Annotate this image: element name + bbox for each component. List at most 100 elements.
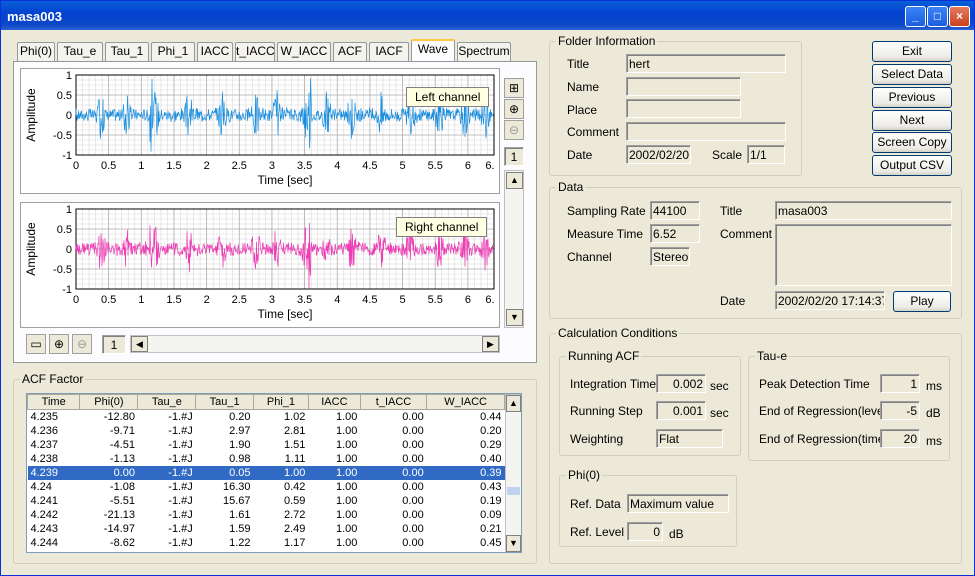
table-row[interactable]: 4.24 -1.08 -1.#J 16.30 0.42 1.00 0.00 0.43: [28, 480, 505, 494]
split-view-icon[interactable]: ⊞: [504, 78, 524, 98]
right-x-axis-label: Time [sec]: [258, 307, 313, 321]
channel-field[interactable]: Stereo: [650, 247, 690, 266]
table-row[interactable]: 4.242 -21.13 -1.#J 1.61 2.72 1.00 0.00 0.09: [28, 508, 505, 522]
right-x-tick-label: 6.: [485, 294, 494, 306]
table-row[interactable]: 4.237 -4.51 -1.#J 1.90 1.51 1.00 0.00 0.29: [28, 438, 505, 452]
calculation-conditions-group: Calculation Conditions Running ACF Integ…: [549, 326, 962, 564]
tab-tau-1[interactable]: Tau_1: [105, 42, 149, 61]
regression-time-field[interactable]: 20: [880, 429, 920, 448]
zoom-out-horizontal-icon[interactable]: ⊖: [72, 334, 92, 354]
scroll-up-icon[interactable]: ▲: [506, 172, 523, 189]
column-header[interactable]: W_IACC: [426, 394, 505, 410]
table-cell: 0.39: [426, 465, 505, 480]
tab-phi-0-[interactable]: Phi(0): [17, 42, 55, 61]
table-row[interactable]: 4.236 -9.71 -1.#J 2.97 2.81 1.00 0.00 0.20: [28, 424, 505, 438]
table-cell: -1.#J: [168, 438, 193, 451]
right-x-tick-label: 0.5: [101, 294, 116, 306]
table-cell: 1.51: [283, 438, 306, 451]
folder-comment-field[interactable]: [626, 122, 786, 141]
column-header[interactable]: Tau_1: [195, 394, 255, 410]
maximize-button[interactable]: □: [927, 6, 948, 27]
minimize-button[interactable]: _: [905, 6, 926, 27]
table-cell: 1.61: [229, 508, 251, 521]
table-row[interactable]: 4.243 -14.97 -1.#J 1.59 2.49 1.00 0.00 0.21: [28, 522, 505, 536]
table-cell: 0.45: [480, 536, 502, 549]
column-header[interactable]: IACC: [307, 394, 361, 410]
table-scroll-thumb[interactable]: [507, 487, 520, 495]
close-button[interactable]: ×: [949, 6, 970, 27]
calculation-conditions-title: Calculation Conditions: [556, 326, 680, 340]
zoom-out-icon[interactable]: ⊖: [504, 120, 524, 140]
weighting-field[interactable]: Flat: [656, 429, 723, 448]
table-row[interactable]: 4.235 -12.80 -1.#J 0.20 1.02 1.00 0.00 0.44: [28, 410, 505, 424]
select-data-button[interactable]: Select Data: [872, 64, 952, 85]
peak-detection-field[interactable]: 1: [880, 374, 920, 393]
scroll-left-icon[interactable]: ◀: [131, 336, 148, 352]
right-y-tick-label: 1: [66, 204, 72, 216]
tab-w-iacc[interactable]: W_IACC: [277, 42, 331, 61]
table-scroll-down-icon[interactable]: ▼: [506, 535, 521, 552]
left-x-tick-label: 4: [334, 160, 340, 172]
table-cell: 1.90: [229, 438, 251, 451]
folder-place-field[interactable]: [626, 99, 741, 118]
ref-data-field[interactable]: Maximum value: [627, 494, 729, 513]
table-row[interactable]: 4.238 -1.13 -1.#J 0.98 1.11 1.00 0.00 0.40: [28, 452, 505, 466]
left-x-tick-label: 0.5: [101, 160, 116, 172]
acf-factor-table-container: Time Phi(0) Tau_e Tau_1 Phi_1 IACC t_IACC W_IAC…: [26, 393, 522, 553]
table-row[interactable]: 4.244 -8.62 -1.#J 1.22 1.17 1.00 0.00 0.45: [28, 536, 505, 550]
column-header[interactable]: t_IACC: [359, 394, 428, 410]
integration-time-field[interactable]: 0.002: [656, 374, 706, 393]
fit-view-icon[interactable]: ▭: [26, 334, 46, 354]
ref-level-field[interactable]: 0: [627, 522, 663, 541]
column-header[interactable]: Time: [27, 394, 81, 410]
tab-wave[interactable]: Wave: [411, 39, 455, 62]
table-cell: 1.00: [335, 452, 358, 465]
tab-phi-1[interactable]: Phi_1: [151, 42, 195, 61]
horizontal-scrollbar[interactable]: ◀ ▶: [130, 335, 500, 353]
table-row[interactable]: 4.239 0.00 -1.#J 0.05 1.00 1.00 0.00 0.39: [27, 465, 505, 480]
output-csv-button[interactable]: Output CSV: [872, 155, 952, 176]
column-header[interactable]: Phi_1: [253, 394, 309, 410]
tab-iacc[interactable]: IACC: [197, 42, 233, 61]
next-button[interactable]: Next: [872, 110, 952, 131]
table-scroll-up-icon[interactable]: ▲: [506, 395, 521, 412]
previous-button[interactable]: Previous: [872, 87, 952, 108]
right-x-tick-label: 1.5: [166, 294, 181, 306]
zoom-in-icon[interactable]: ⊕: [504, 99, 524, 119]
page-number-field[interactable]: 1: [504, 147, 524, 166]
zoom-in-horizontal-icon[interactable]: ⊕: [49, 334, 69, 354]
folder-date-field[interactable]: 2002/02/20: [626, 145, 691, 164]
table-cell: 4.241: [30, 494, 59, 507]
tab-t-iacc[interactable]: t_IACC: [235, 42, 275, 61]
measure-time-field[interactable]: 6.52: [650, 224, 700, 243]
scroll-down-icon[interactable]: ▼: [506, 309, 523, 326]
folder-title-field[interactable]: hert: [626, 54, 786, 73]
table-scrollbar[interactable]: ▲ ▼: [505, 394, 521, 552]
right-y-tick-label: -1: [62, 284, 72, 296]
data-comment-field[interactable]: [775, 224, 952, 286]
data-date-label: Date: [720, 294, 746, 308]
regression-level-field[interactable]: -5: [880, 401, 920, 420]
tab-spectrum[interactable]: Spectrum: [457, 42, 511, 61]
scroll-right-icon[interactable]: ▶: [482, 336, 499, 352]
tab-iacf[interactable]: IACF: [369, 42, 409, 61]
column-header[interactable]: Phi(0): [79, 394, 139, 410]
folder-name-field[interactable]: [626, 77, 741, 96]
sampling-rate-field[interactable]: 44100: [650, 201, 700, 220]
vertical-scrollbar[interactable]: ▲ ▼: [504, 170, 524, 328]
folder-scale-field[interactable]: 1/1: [747, 145, 785, 164]
main-window: masa003 _ □ × Phi(0) Tau_e Tau_1 Phi_1 IACC t…: [0, 0, 975, 576]
play-button[interactable]: Play: [893, 291, 951, 312]
table-row[interactable]: 4.241 -5.51 -1.#J 15.67 0.59 1.00 0.00 0.19: [28, 494, 505, 508]
tab-acf[interactable]: ACF: [333, 42, 367, 61]
table-cell: 0.29: [480, 438, 502, 451]
tab-tau-e[interactable]: Tau_e: [57, 42, 103, 61]
bottom-page-field[interactable]: 1: [102, 335, 126, 354]
column-header[interactable]: Tau_e: [137, 394, 197, 410]
table-cell: 1.00: [335, 480, 358, 493]
data-date-field[interactable]: 2002/02/20 17:14:37: [775, 291, 885, 310]
screen-copy-button[interactable]: Screen Copy: [872, 132, 952, 153]
data-title-field[interactable]: masa003: [775, 201, 952, 220]
exit-button[interactable]: Exit: [872, 41, 952, 62]
running-step-field[interactable]: 0.001: [656, 401, 706, 420]
